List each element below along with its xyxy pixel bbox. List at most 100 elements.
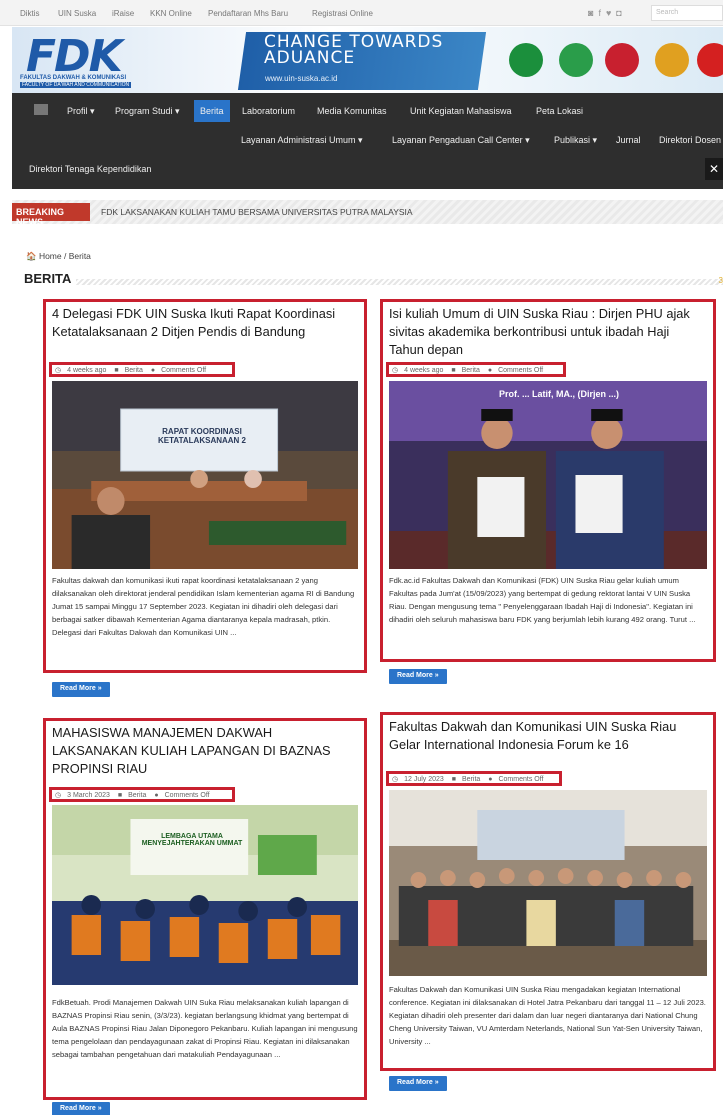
post-card: 4 Delegasi FDK UIN Suska Ikuti Rapat Koo… (43, 299, 367, 673)
photo-banner-text: Prof. ... Latif, MA., (Dirjen ...) (498, 389, 619, 399)
nav-item-layanan-administrasi[interactable]: Layanan Administrasi Umum ▾ (241, 135, 363, 146)
post-meta: ◷ 4 weeks ago ■ Berita ● Comments Off (49, 362, 235, 377)
site-url: www.uin-suska.ac.id (265, 74, 338, 83)
post-title[interactable]: Fakultas Dakwah dan Komunikasi UIN Suska… (389, 718, 707, 754)
post-meta: ◷ 3 March 2023 ■ Berita ● Comments Off (49, 787, 235, 802)
folder-icon: ■ (451, 776, 456, 783)
header-slogan: CHANGE TOWARDS ADUANCE (264, 34, 443, 68)
post-comments: Comments Off (498, 367, 544, 374)
nav-item-ukm[interactable]: Unit Kegiatan Mahasiswa (410, 106, 512, 116)
post-date: 12 July 2023 (404, 776, 444, 783)
post-category[interactable]: Berita (462, 367, 480, 374)
shuffle-icon[interactable]: ✕ (705, 158, 723, 180)
nav-item-publikasi[interactable]: Publikasi ▾ (554, 135, 597, 146)
breaking-news-label: BREAKING NEWS (12, 203, 90, 227)
photo-banner-text: RAPAT KOORDINASI KETATALAKSANAAN 2 (158, 427, 246, 445)
breaking-news-text[interactable]: FDK LAKSANAKAN KULIAH TAMU BERSAMA UNIVE… (101, 207, 413, 217)
read-more-button[interactable]: Read More » (52, 1102, 110, 1115)
kemenag-logo (509, 43, 543, 77)
post-date: 3 March 2023 (67, 792, 110, 799)
post-card: MAHASISWA MANAJEMEN DAKWAH LAKSANAKAN KU… (43, 718, 367, 1100)
clock-icon: ◷ (392, 776, 399, 783)
topbar-link-pendaftaran[interactable]: Pendaftaran Mhs Baru (208, 9, 288, 18)
topbar-link-registrasi[interactable]: Registrasi Online (312, 9, 373, 18)
search-input[interactable]: Search (651, 5, 723, 21)
folder-icon: ■ (451, 367, 456, 374)
nav-item-peta-lokasi[interactable]: Peta Lokasi (536, 106, 583, 116)
topbar-link-iraise[interactable]: iRaise (112, 9, 134, 18)
nav-item-direktori-tendik[interactable]: Direktori Tenaga Kependidikan (29, 164, 151, 174)
post-card: Isi kuliah Umum di UIN Suska Riau : Dirj… (380, 299, 716, 662)
nav-item-layanan-pengaduan[interactable]: Layanan Pengaduan Call Center ▾ (392, 135, 530, 146)
section-title: BERITA (24, 271, 72, 286)
post-meta: ◷ 12 July 2023 ■ Berita ● Comments Off (386, 771, 562, 786)
post-card: Fakultas Dakwah dan Komunikasi UIN Suska… (380, 712, 716, 1071)
topbar-link-kkn-online[interactable]: KKN Online (150, 9, 192, 18)
breaking-news-bar: BREAKING NEWS FDK LAKSANAKAN KULIAH TAMU… (12, 200, 723, 227)
partner-logo-3 (605, 43, 639, 77)
post-meta: ◷ 4 weeks ago ■ Berita ● Comments Off (386, 362, 566, 377)
post-image[interactable]: RAPAT KOORDINASI KETATALAKSANAAN 2 (52, 381, 358, 569)
nav-item-profil[interactable]: Profil ▾ (67, 106, 95, 117)
post-title[interactable]: MAHASISWA MANAJEMEN DAKWAH LAKSANAKAN KU… (52, 724, 358, 778)
partner-logos (497, 39, 723, 79)
clock-icon: ◷ (55, 792, 62, 799)
logo-subtitle: FAKULTAS DAKWAH & KOMUNIKASI (20, 75, 127, 81)
main-nav: Profil ▾ Program Studi ▾ Berita Laborato… (12, 93, 723, 189)
breadcrumb[interactable]: 🏠 Home / Berita (26, 251, 91, 262)
read-more-button[interactable]: Read More » (389, 669, 447, 684)
nav-item-media-komunitas[interactable]: Media Komunitas (317, 106, 387, 116)
social-links: ◙f♥◘ (588, 8, 627, 18)
slogan-line-2: ADUANCE (264, 48, 356, 68)
uin-logo (559, 43, 593, 77)
top-bar: Diktis UIN Suska iRaise KKN Online Penda… (0, 0, 723, 26)
logo-subtitle-english: FACULTY OF DA'WAH AND COMMUNICATION (20, 82, 132, 88)
post-category[interactable]: Berita (125, 367, 143, 374)
comment-icon: ● (150, 367, 156, 374)
post-date: 4 weeks ago (67, 367, 107, 374)
post-image[interactable]: Prof. ... Latif, MA., (Dirjen ...) (389, 381, 707, 569)
read-more-button[interactable]: Read More » (389, 1076, 447, 1091)
post-excerpt: FdkBetuah. Prodi Manajemen Dakwah UIN Su… (52, 998, 358, 1059)
partner-logo-4 (655, 43, 689, 77)
rss-icon[interactable]: ◙ (588, 8, 598, 18)
comment-icon: ● (487, 367, 493, 374)
post-excerpt: Fakultas Dakwah dan Komunikasi UIN Suska… (389, 985, 706, 1046)
post-excerpt: Fakultas dakwah dan komunikasi ikuti rap… (52, 576, 355, 637)
folder-icon: ■ (114, 367, 119, 374)
post-image[interactable] (389, 790, 707, 976)
comment-icon: ● (154, 792, 159, 799)
fdk-logo[interactable]: FDK FAKULTAS DAKWAH & KOMUNIKASI FACULTY… (20, 31, 205, 89)
topbar-link-diktis[interactable]: Diktis (20, 9, 40, 18)
instagram-icon[interactable]: ◘ (616, 8, 626, 18)
post-title[interactable]: Isi kuliah Umum di UIN Suska Riau : Dirj… (389, 305, 707, 359)
post-image[interactable]: LEMBAGA UTAMA MENYEJAHTERAKAN UMMAT (52, 805, 358, 985)
clock-icon: ◷ (55, 367, 62, 374)
post-title[interactable]: 4 Delegasi FDK UIN Suska Ikuti Rapat Koo… (52, 305, 358, 341)
post-comments: Comments Off (498, 776, 544, 783)
post-comments: Comments Off (164, 792, 210, 799)
post-date: 4 weeks ago (404, 367, 444, 374)
facebook-icon[interactable]: f (598, 8, 606, 18)
post-category[interactable]: Berita (462, 776, 480, 783)
twitter-icon[interactable]: ♥ (606, 8, 616, 18)
nav-item-jurnal[interactable]: Jurnal (616, 135, 641, 145)
folder-icon: ■ (117, 792, 123, 799)
section-end-mark: 3 (718, 276, 723, 285)
home-icon[interactable] (34, 104, 48, 115)
section-divider (76, 279, 723, 285)
post-category[interactable]: Berita (128, 792, 146, 799)
post-excerpt: Fdk.ac.id Fakultas Dakwah dan Komunikasi… (389, 576, 696, 624)
post-comments: Comments Off (161, 367, 207, 374)
nav-item-laboratorium[interactable]: Laboratorium (242, 106, 295, 116)
comment-icon: ● (488, 776, 493, 783)
site-header: FDK FAKULTAS DAKWAH & KOMUNIKASI FACULTY… (12, 27, 723, 93)
nav-item-berita[interactable]: Berita (194, 100, 230, 122)
clock-icon: ◷ (392, 367, 399, 374)
read-more-button[interactable]: Read More » (52, 682, 110, 697)
partner-logo-5 (697, 43, 723, 77)
topbar-link-uin-suska[interactable]: UIN Suska (58, 9, 96, 18)
nav-item-program-studi[interactable]: Program Studi ▾ (115, 106, 180, 117)
photo-banner-text: LEMBAGA UTAMA MENYEJAHTERAKAN UMMAT (141, 833, 243, 847)
nav-item-direktori-dosen[interactable]: Direktori Dosen (659, 135, 721, 145)
